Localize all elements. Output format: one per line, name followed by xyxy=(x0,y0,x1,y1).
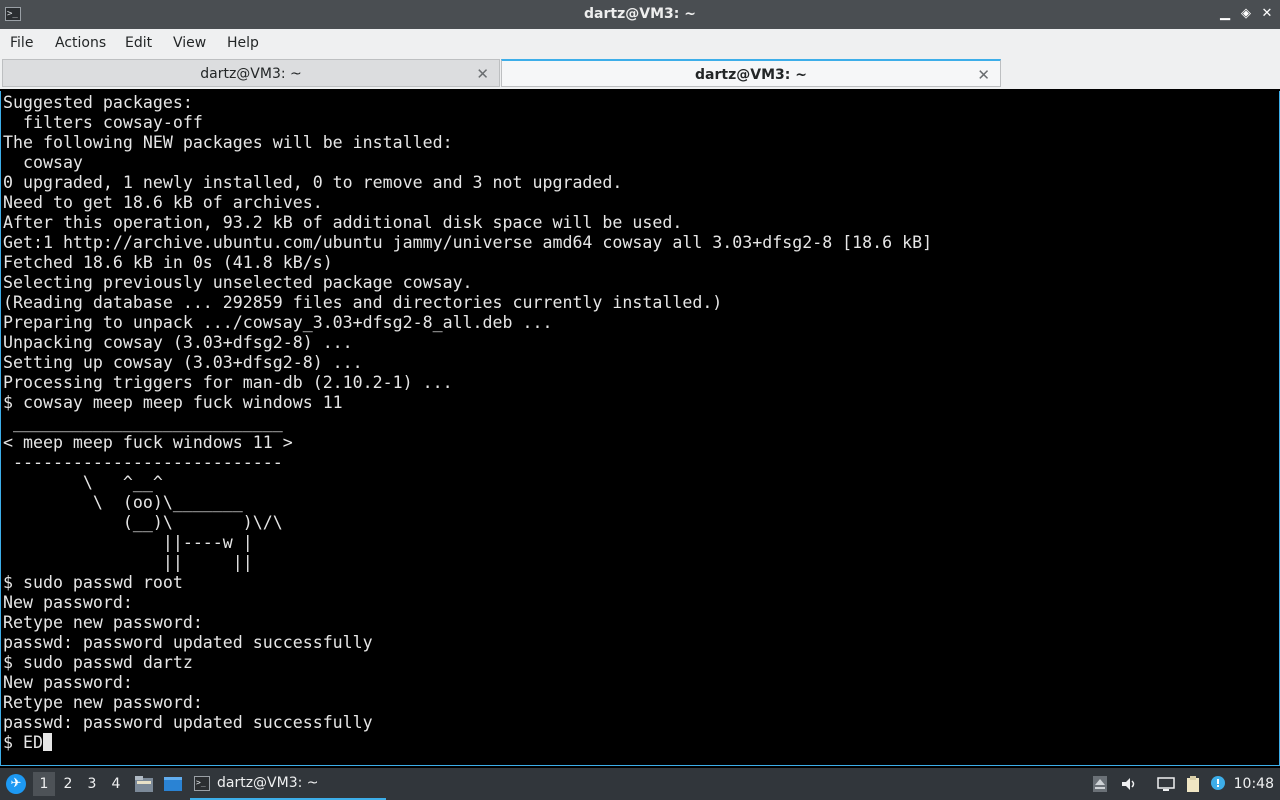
terminal-output[interactable]: Suggested packages: filters cowsay-off Th… xyxy=(0,91,1280,766)
clipboard-icon[interactable] xyxy=(1184,775,1202,793)
tab-session-1[interactable]: dartz@VM3: ~ ✕ xyxy=(2,59,500,87)
network-icon[interactable] xyxy=(1157,775,1175,793)
prompt-text: $ ED xyxy=(3,733,43,752)
eject-icon[interactable] xyxy=(1091,775,1109,793)
desktop-4[interactable]: 4 xyxy=(105,772,127,796)
terminal-icon: >_ xyxy=(194,776,210,791)
menu-file[interactable]: File xyxy=(10,29,33,57)
terminal-line: passwd: password updated successfully xyxy=(3,713,373,732)
terminal-line: Suggested packages: xyxy=(3,93,193,112)
terminal-line: After this operation, 93.2 kB of additio… xyxy=(3,213,683,232)
terminal-line: Retype new password: xyxy=(3,613,203,632)
title-bar[interactable]: >_ dartz@VM3: ~ ▁ ◈ ✕ xyxy=(0,0,1280,29)
restore-button[interactable]: ◈ xyxy=(1238,6,1254,22)
text-cursor xyxy=(42,733,52,751)
terminal-line: \ (oo)\_______ xyxy=(3,493,243,512)
terminal-line: (__)\ )\/\ xyxy=(3,513,283,532)
terminal-line: Unpacking cowsay (3.03+dfsg2-8) ... xyxy=(3,333,353,352)
terminal-line: Selecting previously unselected package … xyxy=(3,273,473,292)
taskbar-item-terminal[interactable]: >_ dartz@VM3: ~ xyxy=(190,768,386,800)
terminal-line: filters cowsay-off xyxy=(3,113,203,132)
clock[interactable]: 10:48 xyxy=(1234,768,1274,800)
terminal-line: $ sudo passwd root xyxy=(3,573,183,592)
tab-bar: dartz@VM3: ~ ✕ dartz@VM3: ~ ✕ xyxy=(0,57,1280,89)
menu-actions[interactable]: Actions xyxy=(55,29,106,57)
desktop-3[interactable]: 3 xyxy=(81,772,103,796)
terminal-line: Retype new password: xyxy=(3,693,203,712)
desktop-2[interactable]: 2 xyxy=(57,772,79,796)
file-manager-icon[interactable] xyxy=(134,775,154,793)
terminal-line: cowsay xyxy=(3,153,83,172)
terminal-line: Fetched 18.6 kB in 0s (41.8 kB/s) xyxy=(3,253,333,272)
terminal-line: Need to get 18.6 kB of archives. xyxy=(3,193,323,212)
close-button[interactable]: ✕ xyxy=(1259,6,1275,22)
terminal-line: < meep meep fuck windows 11 > xyxy=(3,433,293,452)
terminal-text: Suggested packages: filters cowsay-off Th… xyxy=(3,93,932,753)
terminal-line: New password: xyxy=(3,593,133,612)
minimize-button[interactable]: ▁ xyxy=(1217,6,1233,22)
menu-bar: File Actions Edit View Help xyxy=(0,29,1280,57)
terminal-prompt[interactable]: $ ED xyxy=(3,733,932,753)
terminal-line: Setting up cowsay (3.03+dfsg2-8) ... xyxy=(3,353,363,372)
tab-close-icon[interactable]: ✕ xyxy=(977,61,990,89)
tab-close-icon[interactable]: ✕ xyxy=(476,60,489,88)
terminal-line: New password: xyxy=(3,673,133,692)
volume-icon[interactable] xyxy=(1120,775,1138,793)
terminal-line: ___________________________ xyxy=(3,413,283,432)
terminal-line: passwd: password updated successfully xyxy=(3,633,373,652)
menu-view[interactable]: View xyxy=(173,29,206,57)
terminal-line: $ cowsay meep meep fuck windows 11 xyxy=(3,393,343,412)
terminal-line: \ ^__^ xyxy=(3,473,163,492)
desktop-1[interactable]: 1 xyxy=(33,772,55,796)
terminal-window: >_ dartz@VM3: ~ ▁ ◈ ✕ File Actions Edit … xyxy=(0,0,1280,768)
terminal-line: (Reading database ... 292859 files and d… xyxy=(3,293,723,312)
terminal-line: Preparing to unpack .../cowsay_3.03+dfsg… xyxy=(3,313,553,332)
tab-label: dartz@VM3: ~ xyxy=(200,66,302,82)
terminal-line: The following NEW packages will be insta… xyxy=(3,133,453,152)
terminal-line: 0 upgraded, 1 newly installed, 0 to remo… xyxy=(3,173,623,192)
terminal-line: --------------------------- xyxy=(3,453,283,472)
terminal-line: ||----w | xyxy=(3,533,253,552)
update-notifier-icon[interactable] xyxy=(1209,775,1227,793)
taskbar: ✈ 1 2 3 4 >_ dartz@VM3: ~ 10:48 xyxy=(0,768,1280,800)
taskbar-item-label: dartz@VM3: ~ xyxy=(217,775,319,791)
lubuntu-start-icon[interactable]: ✈ xyxy=(6,774,26,794)
menu-edit[interactable]: Edit xyxy=(125,29,152,57)
window-title: dartz@VM3: ~ xyxy=(584,6,696,22)
tab-label: dartz@VM3: ~ xyxy=(695,67,807,83)
terminal-line: Get:1 http://archive.ubuntu.com/ubuntu j… xyxy=(3,233,933,252)
show-desktop-icon[interactable] xyxy=(163,775,183,793)
terminal-line: || || xyxy=(3,553,253,572)
terminal-line: Processing triggers for man-db (2.10.2-1… xyxy=(3,373,453,392)
terminal-line: $ sudo passwd dartz xyxy=(3,653,193,672)
menu-help[interactable]: Help xyxy=(227,29,259,57)
tab-session-2[interactable]: dartz@VM3: ~ ✕ xyxy=(501,59,1001,87)
